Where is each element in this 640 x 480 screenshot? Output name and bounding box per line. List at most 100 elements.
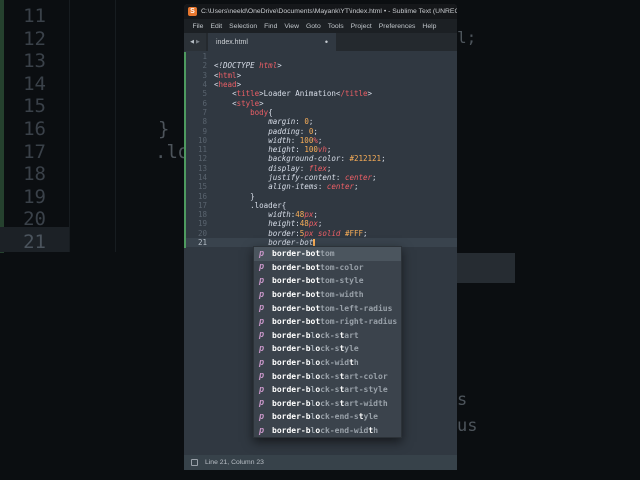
video-frame: 11 12 13 14 15 16 17 18 19 20 21 } .lo l; s us S C:\Us… (0, 0, 640, 480)
line-number: 13 (197, 163, 207, 173)
code-text: background-color: #212121; (268, 154, 386, 164)
status-square-icon[interactable] (191, 459, 198, 466)
background-indent-guide (115, 0, 116, 252)
line-number: 10 (197, 135, 207, 145)
code-text: <html> (214, 70, 242, 80)
autocomplete-item-border-bottom-style[interactable]: p border-bottom-style (254, 274, 401, 288)
code-line-15[interactable]: 15 align-items: center; (184, 182, 457, 191)
code-line-1[interactable]: 1 (184, 52, 457, 61)
line-number: 8 (202, 117, 207, 127)
code-line-16[interactable]: 16 } (184, 191, 457, 201)
autocomplete-label: border-block-start-width (272, 398, 388, 408)
title-bar: S C:\Users\neeld\OneDrive\Documents\Maya… (184, 4, 457, 19)
code-line-10[interactable]: 10 width: 100%; (184, 136, 457, 145)
code-text: body{ (250, 107, 273, 117)
line-number: 9 (202, 126, 207, 136)
code-line-7[interactable]: 7 body{ (184, 108, 457, 117)
code-line-13[interactable]: 13 display: flex; (184, 164, 457, 173)
code-line-2[interactable]: 2 <!DOCTYPE html> (184, 61, 457, 70)
autocomplete-label: border-bottom (272, 249, 335, 259)
code-text: <!DOCTYPE html> (214, 61, 282, 71)
menu-item-project[interactable]: Project (347, 23, 375, 30)
css-property-icon: p (259, 316, 265, 327)
autocomplete-item-border-block-start-style[interactable]: p border-block-start-style (254, 383, 401, 397)
autocomplete-item-border-bottom[interactable]: p border-bottom (254, 247, 401, 261)
line-number: 12 (197, 154, 207, 164)
css-property-icon: p (259, 398, 265, 409)
code-line-8[interactable]: 8 margin: 0; (184, 117, 457, 126)
css-property-icon: p (259, 262, 265, 273)
code-text: width: 100%; (268, 135, 323, 145)
menu-item-preferences[interactable]: Preferences (375, 23, 419, 30)
code-line-19[interactable]: 19 height:48px; (184, 219, 457, 228)
code-line-11[interactable]: 11 height: 100vh; (184, 145, 457, 154)
code-line-5[interactable]: 5 <title>Loader Animation</title> (184, 89, 457, 98)
css-property-icon: p (259, 411, 265, 422)
menu-item-selection[interactable]: Selection (226, 23, 261, 30)
autocomplete-label: border-bottom-style (272, 276, 364, 286)
code-line-20[interactable]: 20 border:5px solid #FFF; (184, 229, 457, 238)
autocomplete-item-border-block-end-width[interactable]: p border-block-end-width (254, 424, 401, 438)
menu-item-edit[interactable]: Edit (207, 23, 226, 30)
autocomplete-item-border-block-style[interactable]: p border-block-style (254, 342, 401, 356)
css-property-icon: p (259, 371, 265, 382)
sublime-logo-icon: S (188, 7, 197, 16)
menu-item-tools[interactable]: Tools (324, 23, 347, 30)
tab-index-html[interactable]: index.html • (208, 33, 336, 51)
modified-dot-icon: • (324, 37, 328, 47)
code-line-6[interactable]: 6 <style> (184, 98, 457, 108)
background-line-number: 11 (23, 5, 46, 27)
code-editor[interactable]: 1 2 <!DOCTYPE html> 3 <html> 4 <head> 5 <title>… (184, 51, 457, 455)
code-line-3[interactable]: 3 <html> (184, 71, 457, 80)
menu-item-find[interactable]: Find (261, 23, 281, 30)
history-back-icon[interactable]: ◀ (190, 39, 194, 45)
code-line-12[interactable]: 12 background-color: #212121; (184, 154, 457, 163)
code-line-4[interactable]: 4 <head> (184, 80, 457, 89)
background-line-number: 15 (23, 95, 46, 118)
code-line-9[interactable]: 9 padding: 0; (184, 126, 457, 136)
background-code-fragment: l; (457, 28, 477, 47)
autocomplete-item-border-block-end-style[interactable]: p border-block-end-style (254, 410, 401, 424)
history-forward-icon[interactable]: ▶ (196, 39, 200, 45)
background-selected-row-fragment (457, 253, 515, 283)
autocomplete-item-border-block-start-color[interactable]: p border-block-start-color (254, 369, 401, 383)
menu-item-view[interactable]: View (281, 23, 303, 30)
autocomplete-item-border-block-start[interactable]: p border-block-start (254, 329, 401, 343)
code-text: border:5px solid #FFF; (268, 228, 368, 238)
background-line-number: 12 (23, 27, 46, 50)
autocomplete-label: border-block-start (272, 330, 359, 340)
background-line-number: 17 (23, 140, 46, 163)
css-property-icon: p (259, 357, 265, 368)
code-lines: 1 2 <!DOCTYPE html> 3 <html> 4 <head> 5 <title>… (184, 51, 457, 248)
code-text: <head> (214, 80, 242, 90)
autocomplete-item-border-bottom-left-radius[interactable]: p border-bottom-left-radius (254, 301, 401, 315)
status-bar: Line 21, Column 23 (184, 455, 457, 470)
background-code-fragment: us (457, 416, 478, 436)
line-number: 11 (197, 145, 207, 155)
menu-item-goto[interactable]: Goto (302, 23, 324, 30)
autocomplete-label: border-block-start-color (272, 371, 388, 381)
menu-item-file[interactable]: File (189, 23, 207, 30)
menu-item-help[interactable]: Help (419, 23, 440, 30)
autocomplete-item-border-bottom-width[interactable]: p border-bottom-width (254, 288, 401, 302)
tab-bar: ◀ ▶ index.html • (184, 33, 457, 51)
line-number: 5 (202, 89, 207, 99)
code-line-17[interactable]: 17 .loader{ (184, 201, 457, 210)
background-gutter-edge (69, 0, 70, 252)
autocomplete-item-border-bottom-right-radius[interactable]: p border-bottom-right-radius (254, 315, 401, 329)
autocomplete-item-border-block-width[interactable]: p border-block-width (254, 356, 401, 370)
line-number: 7 (202, 107, 207, 117)
background-code-fragment: s (457, 390, 468, 410)
code-line-14[interactable]: 14 justify-content: center; (184, 173, 457, 182)
line-number: 2 (202, 61, 207, 71)
autocomplete-item-border-block-start-width[interactable]: p border-block-start-width (254, 397, 401, 411)
code-text: } (214, 191, 255, 201)
autocomplete-item-border-bottom-color[interactable]: p border-bottom-color (254, 261, 401, 275)
sublime-window: S C:\Users\neeld\OneDrive\Documents\Maya… (184, 4, 457, 470)
code-text: height: 100vh; (268, 145, 332, 155)
tab-label: index.html (216, 38, 248, 46)
css-property-icon: p (259, 384, 265, 395)
autocomplete-label: border-block-start-style (272, 385, 388, 395)
code-line-18[interactable]: 18 width:48px; (184, 210, 457, 219)
css-property-icon: p (259, 289, 265, 300)
